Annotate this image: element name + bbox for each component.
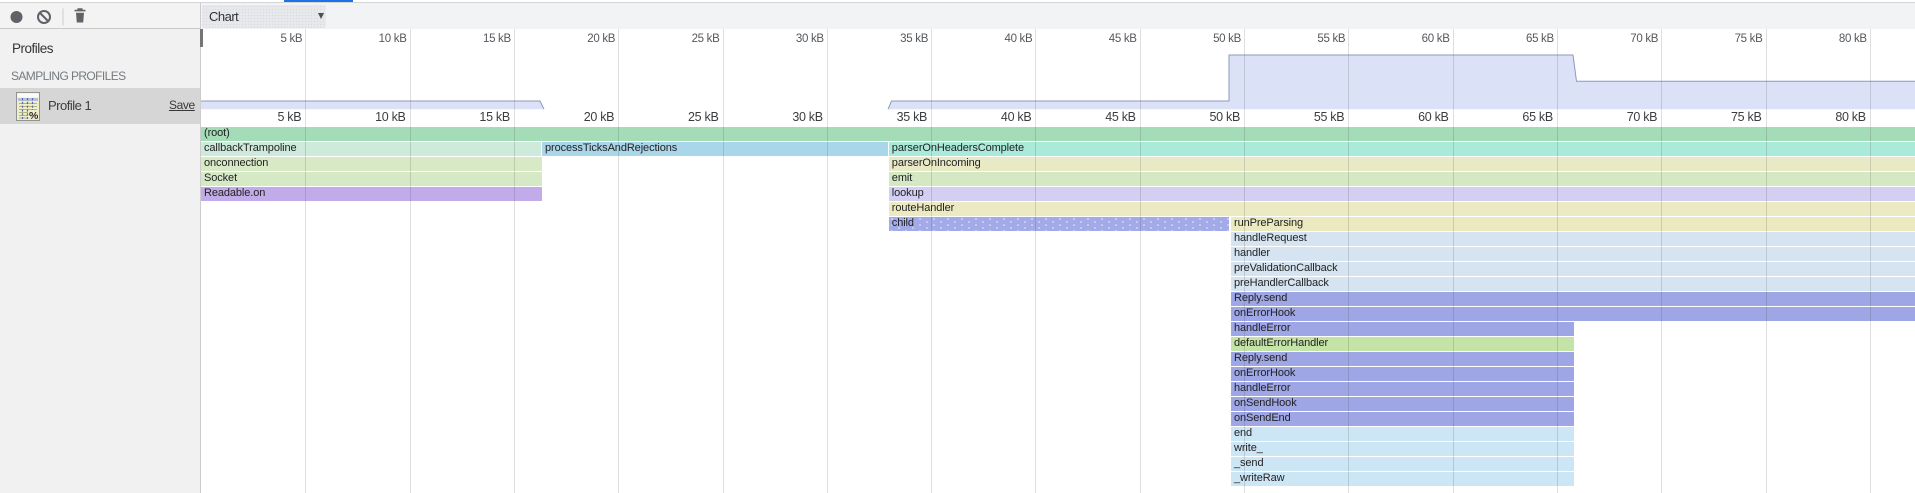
svg-text:%: % — [29, 110, 39, 121]
